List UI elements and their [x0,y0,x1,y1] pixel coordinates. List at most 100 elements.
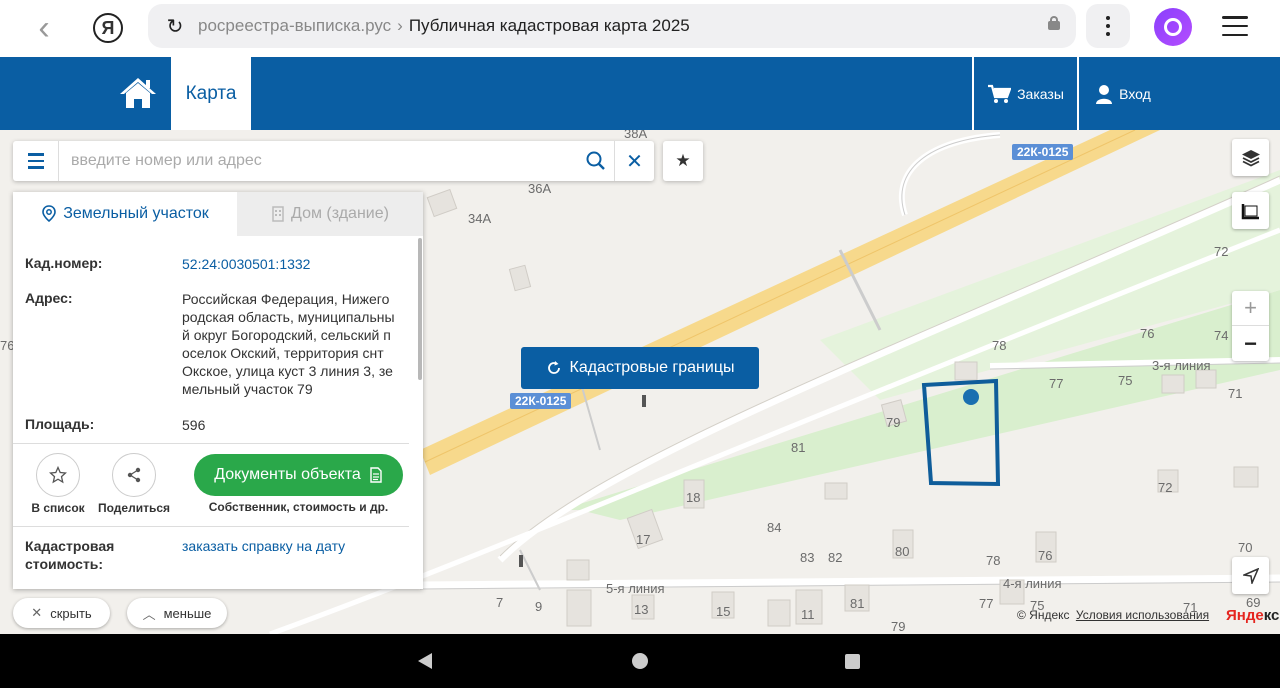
kad-number-value[interactable]: 52:24:0030501:1332 [182,255,398,273]
kad-number-row: Кад.номер: 52:24:0030501:1332 [25,255,415,273]
lock-icon[interactable] [1048,16,1060,30]
panel-tabs: Земельный участок Дом (здание) [13,192,423,236]
search-input[interactable] [59,142,578,180]
close-icon[interactable]: ✕ [614,141,654,181]
area-row: Площадь: 596 [25,416,415,434]
location-pin-icon [42,205,56,223]
cadastral-boundaries-label: Кадастровые границы [569,359,735,376]
browser-menu-icon[interactable] [1222,16,1248,36]
navigation-arrow-icon [1242,567,1259,584]
url-domain: росреестра-выписка.рус [198,16,392,35]
house-label: 79 [886,415,900,430]
url-page-title: Публичная кадастровая карта 2025 [408,16,690,35]
layers-button[interactable] [1232,139,1269,176]
street-label: 5-я линия [606,581,665,596]
logo-tail: кс [1263,607,1280,624]
document-icon [370,467,382,483]
address-row: Адрес: Российская Федерация, Нижего родс… [25,290,415,398]
more-options-button[interactable] [1086,4,1130,48]
kad-number-label: Кад.номер: [25,255,103,271]
ruler-icon [1241,203,1259,219]
house-label: 36А [528,181,551,196]
house-label: 18 [686,490,700,505]
chevron-up-icon: ︿ [142,606,156,622]
menu-icon[interactable] [13,141,59,181]
house-label: 15 [716,604,730,619]
tab-land-parcel[interactable]: Земельный участок [13,192,237,236]
search-icon[interactable] [578,141,614,181]
cost-label: Кадастровая стоимость: [25,538,115,572]
login-label: Вход [1119,85,1151,102]
divider [13,526,409,527]
house-label: 76 [1140,326,1154,341]
area-value: 596 [182,417,206,433]
documents-button-label: Документы объекта [214,466,361,483]
address-label: Адрес: [25,290,73,306]
share-label: Поделиться [97,501,171,515]
home-icon[interactable] [118,75,158,111]
divider [13,443,409,444]
yandex-logo: Яндекс [1226,607,1279,624]
house-label: 81 [791,440,805,455]
login-button[interactable]: Вход [1077,57,1167,130]
hide-panel-button[interactable]: ✕ скрыть [13,598,110,628]
street-label: 3-я линия [1152,358,1211,373]
back-arrow-icon[interactable]: ‹ [24,8,64,48]
refresh-icon [547,361,560,374]
house-label: 84 [767,520,781,535]
house-label: 17 [636,532,650,547]
nav-recent-apps-icon[interactable] [845,654,860,669]
terms-link[interactable]: Условия использования [1076,608,1209,622]
tab-map[interactable]: Карта [171,57,251,130]
zoom-control: + − [1232,291,1269,361]
road-badge: 22К-0125 [1012,144,1074,160]
add-to-list-button[interactable] [36,453,80,497]
orders-label: Заказы [1017,85,1064,102]
building-icon [272,206,284,222]
cart-icon [988,84,1012,103]
favorites-star-button[interactable]: ★ [663,141,703,181]
panel-scrollbar[interactable] [418,238,422,380]
share-icon [127,467,141,483]
site-header: Карта Заказы Вход [0,57,1280,130]
cadastral-boundaries-button[interactable]: Кадастровые границы [521,347,759,389]
orders-button[interactable]: Заказы [972,57,1077,130]
cost-row: Кадастровая стоимость: заказать справку … [25,537,415,573]
house-label: 34А [468,211,491,226]
collapse-panel-button[interactable]: ︿ меньше [127,598,227,628]
share-button[interactable] [112,453,156,497]
house-label: 74 [1214,328,1228,343]
less-label: меньше [163,605,212,621]
house-label: 77 [1049,376,1063,391]
ruler-button[interactable] [1232,192,1269,229]
reload-icon[interactable]: ↻ [158,14,192,39]
zoom-out-button[interactable]: − [1232,326,1269,361]
house-label: 9 [535,599,542,614]
area-label: Площадь: [25,416,95,432]
house-label: 82 [828,550,842,565]
house-label: 71 [1228,386,1242,401]
add-to-list-label: В список [31,501,85,515]
house-label: 70 [1238,540,1252,555]
layers-icon [1241,149,1260,167]
tab-building[interactable]: Дом (здание) [237,192,423,236]
documents-button[interactable]: Документы объекта [194,454,403,496]
search-bar: ✕ [13,141,654,181]
geolocation-button[interactable] [1232,557,1269,594]
close-icon: ✕ [31,605,43,620]
copyright-text: © Яндекс [1017,608,1070,622]
nav-back-icon[interactable] [418,653,432,669]
tab-building-label: Дом (здание) [291,205,389,222]
alice-assistant-button[interactable] [1154,8,1192,46]
documents-subtitle: Собственник, стоимость и др. [208,500,389,514]
house-label: 72 [1214,244,1228,259]
order-certificate-link[interactable]: заказать справку на дату [182,537,398,573]
zoom-in-button[interactable]: + [1232,291,1269,326]
yandex-home-button[interactable]: Я [88,8,128,48]
nav-home-icon[interactable] [632,653,648,669]
house-label: 76 [1038,548,1052,563]
house-label: 78 [992,338,1006,353]
user-icon [1096,84,1113,104]
address-bar[interactable]: ↻ росреестра-выписка.рус › Публичная кад… [148,4,1076,48]
house-label: 77 [979,596,993,611]
